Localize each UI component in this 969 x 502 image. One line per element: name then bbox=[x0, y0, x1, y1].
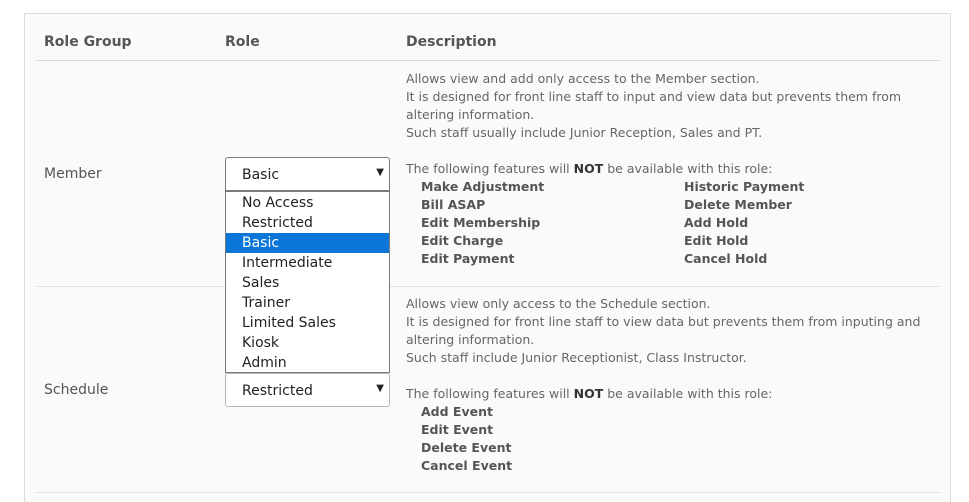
dropdown-option-no-access[interactable]: No Access bbox=[226, 193, 389, 213]
member-desc-line: It is designed for front line staff to i… bbox=[406, 89, 902, 122]
feature-item: Edit Hold bbox=[684, 233, 749, 248]
member-role-dropdown-list: No Access Restricted Basic Intermediate … bbox=[225, 191, 390, 373]
schedule-desc-line: Allows view only access to the Schedule … bbox=[406, 296, 711, 311]
feature-item: Edit Membership bbox=[421, 215, 541, 230]
schedule-desc-line: Such staff include Junior Receptionist, … bbox=[406, 350, 747, 365]
feature-item: Delete Member bbox=[684, 197, 792, 212]
member-not-available-note: The following features will NOT be avail… bbox=[406, 161, 773, 176]
feature-item: Add Event bbox=[421, 404, 493, 419]
member-desc-line: Allows view and add only access to the M… bbox=[406, 71, 760, 86]
dropdown-option-admin[interactable]: Admin bbox=[226, 353, 389, 373]
header-role-group: Role Group bbox=[44, 34, 132, 50]
feature-item: Make Adjustment bbox=[421, 179, 545, 194]
feature-item: Edit Charge bbox=[421, 233, 504, 248]
dropdown-option-restricted[interactable]: Restricted bbox=[226, 213, 389, 233]
role-group-schedule: Schedule bbox=[44, 382, 109, 398]
schedule-not-available-note: The following features will NOT be avail… bbox=[406, 386, 773, 401]
feature-item: Cancel Hold bbox=[684, 251, 768, 266]
feature-item: Add Hold bbox=[684, 215, 749, 230]
feature-item: Historic Payment bbox=[684, 179, 805, 194]
member-role-value: Basic bbox=[242, 167, 280, 183]
feature-item: Edit Event bbox=[421, 422, 494, 437]
member-description: Allows view and add only access to the M… bbox=[406, 70, 936, 268]
role-group-member: Member bbox=[44, 166, 102, 182]
dropdown-option-basic[interactable]: Basic bbox=[226, 233, 389, 253]
schedule-description: Allows view only access to the Schedule … bbox=[406, 295, 936, 475]
member-desc-line: Such staff usually include Junior Recept… bbox=[406, 125, 763, 140]
feature-item: Delete Event bbox=[421, 440, 512, 455]
row-divider bbox=[36, 286, 940, 287]
schedule-role-value: Restricted bbox=[242, 383, 313, 399]
header-role: Role bbox=[225, 34, 260, 50]
dropdown-option-trainer[interactable]: Trainer bbox=[226, 293, 389, 313]
feature-item: Bill ASAP bbox=[421, 197, 486, 212]
dropdown-caret-icon: ▼ bbox=[376, 167, 384, 178]
row-divider bbox=[36, 492, 940, 493]
schedule-feature-list: Add Event Edit Event Delete Event Cancel… bbox=[421, 403, 936, 475]
dropdown-caret-icon: ▼ bbox=[376, 383, 384, 394]
schedule-role-select[interactable]: Restricted ▼ bbox=[225, 373, 390, 407]
feature-item: Edit Payment bbox=[421, 251, 515, 266]
feature-item: Cancel Event bbox=[421, 458, 513, 473]
schedule-desc-line: It is designed for front line staff to v… bbox=[406, 314, 921, 347]
member-feature-list: Make Adjustment Historic Payment Bill AS… bbox=[421, 178, 936, 268]
dropdown-option-kiosk[interactable]: Kiosk bbox=[226, 333, 389, 353]
header-description: Description bbox=[406, 34, 497, 50]
dropdown-option-intermediate[interactable]: Intermediate bbox=[226, 253, 389, 273]
dropdown-option-limited-sales[interactable]: Limited Sales bbox=[226, 313, 389, 333]
header-divider bbox=[36, 60, 940, 61]
member-role-select[interactable]: Basic ▼ bbox=[225, 157, 390, 191]
dropdown-option-sales[interactable]: Sales bbox=[226, 273, 389, 293]
